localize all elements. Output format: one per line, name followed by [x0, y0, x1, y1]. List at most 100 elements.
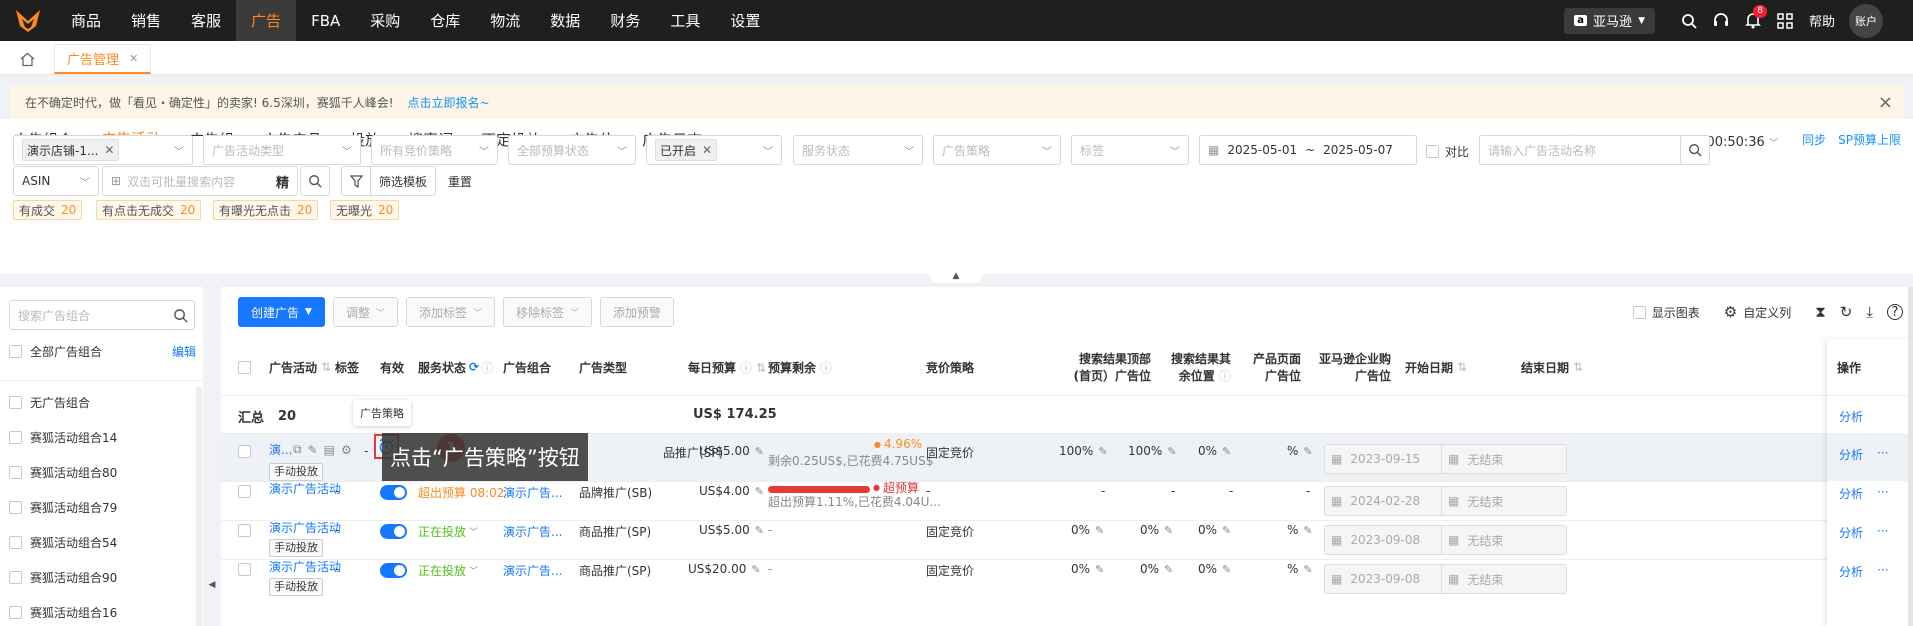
col-service-status[interactable]: 服务状态 ⟳ ⓘ — [418, 339, 493, 395]
headset-icon[interactable] — [1705, 0, 1737, 41]
col-daily-budget[interactable]: 每日预算 ⓘ ⇅ — [688, 339, 766, 395]
nav-item-data[interactable]: 数据 — [535, 0, 595, 41]
edit-icon[interactable]: ✎ — [1164, 524, 1173, 537]
campaign-name-link[interactable]: 演... — [269, 441, 292, 458]
edit-icon[interactable]: ✎ — [1303, 524, 1312, 537]
row-checkbox[interactable] — [238, 524, 251, 537]
row-analyze[interactable]: 分析 ··· — [1839, 485, 1888, 502]
portfolio-link[interactable]: 演示广告... — [503, 523, 562, 540]
more-icon[interactable]: ··· — [1877, 446, 1888, 463]
portfolio-search-input[interactable]: 搜索广告组合 — [9, 300, 195, 330]
row-rest-pct[interactable]: 0% ✎ — [1140, 523, 1173, 537]
quick-tag-has-order[interactable]: 有成交 20 — [13, 200, 83, 220]
exact-mode-toggle[interactable]: 精 — [276, 172, 289, 191]
home-icon[interactable] — [8, 44, 46, 74]
sync-icon[interactable]: ⟳ — [469, 360, 479, 374]
search-icon[interactable] — [1673, 0, 1705, 41]
checkbox[interactable] — [9, 431, 22, 444]
quick-tag-click-no-order[interactable]: 有点击无成交 20 — [96, 200, 202, 220]
edit-icon[interactable]: ✎ — [1303, 445, 1312, 458]
more-icon[interactable]: ··· — [1877, 563, 1888, 580]
filter-template-button[interactable]: 筛选模板 — [370, 166, 436, 196]
row-checkbox[interactable] — [238, 485, 251, 498]
campaign-name-link[interactable]: 演示广告活动 — [269, 558, 341, 575]
show-chart-checkbox[interactable]: 显示图表 — [1632, 304, 1700, 321]
checkbox[interactable] — [9, 466, 22, 479]
ad-strategy-select[interactable]: 广告策略 ﹀ — [933, 135, 1061, 165]
enable-toggle[interactable] — [380, 485, 407, 500]
budget-status-select[interactable]: 全部预算状态 ﹀ — [508, 135, 636, 165]
notice-signup-link[interactable]: 点击立即报名~ — [408, 94, 490, 111]
page-scrollbar[interactable] — [1908, 287, 1913, 626]
checkbox[interactable] — [9, 606, 22, 619]
nav-item-fba[interactable]: FBA — [296, 0, 355, 41]
nav-item-tools[interactable]: 工具 — [655, 0, 715, 41]
row-page-pct[interactable]: 0% ✎ — [1198, 562, 1231, 576]
row-top-pct[interactable]: 0% ✎ — [1071, 562, 1104, 576]
checkbox[interactable] — [9, 501, 22, 514]
row-service-status[interactable]: 正在投放 ﹀ — [418, 562, 478, 579]
quick-tag-no-impression[interactable]: 无曝光 20 — [330, 200, 400, 220]
row-page-pct[interactable]: 0% ✎ — [1198, 523, 1231, 537]
service-status-select[interactable]: 服务状态 ﹀ — [793, 135, 923, 165]
portfolio-item[interactable]: 赛狐活动组合14 — [9, 429, 117, 446]
store-select[interactable]: 演示店铺-1... ✕ ﹀ — [13, 135, 193, 165]
edit-icon[interactable]: ✎ — [755, 524, 764, 537]
row-checkbox[interactable] — [238, 563, 251, 576]
nav-item-sales[interactable]: 销售 — [116, 0, 176, 41]
reset-button[interactable]: 重置 — [448, 173, 472, 190]
close-icon[interactable]: × — [1878, 92, 1893, 113]
nav-item-warehouse[interactable]: 仓库 — [415, 0, 475, 41]
remove-tag-icon[interactable]: ✕ — [702, 143, 712, 157]
checkbox[interactable] — [9, 345, 22, 358]
edit-icon[interactable]: ✎ — [751, 563, 760, 576]
help-link[interactable]: 帮助 — [1809, 11, 1835, 30]
nav-item-products[interactable]: 商品 — [56, 0, 116, 41]
row-service-status[interactable]: 正在投放 ﹀ — [418, 523, 478, 540]
portfolio-item[interactable]: 赛狐活动组合90 — [9, 569, 117, 586]
checkbox[interactable] — [1426, 145, 1439, 158]
checkbox[interactable] — [9, 396, 22, 409]
row-rest-pct[interactable]: 0% ✎ — [1140, 562, 1173, 576]
campaign-name-link[interactable]: 演示广告活动 — [269, 519, 341, 536]
checkbox[interactable] — [9, 536, 22, 549]
add-alert-button[interactable]: 添加预警 — [600, 297, 675, 327]
sidebar-collapse-icon[interactable]: ◀ — [207, 570, 217, 600]
edit-link[interactable]: 编辑 — [172, 343, 196, 360]
apps-grid-icon[interactable] — [1769, 0, 1801, 41]
edit-icon[interactable]: ✎ — [1167, 445, 1176, 458]
quick-tag-impression-no-click[interactable]: 有曝光无点击 20 — [213, 200, 319, 220]
start-date-field[interactable]: ▦ 2023-09-08 — [1324, 525, 1450, 555]
batch-search-input[interactable]: ⊞ 双击可批量搜索内容 精 — [102, 166, 298, 196]
end-date-field[interactable]: ▦ 无结束 — [1441, 486, 1567, 516]
add-tag-button[interactable]: 添加标签 ﹀ — [405, 297, 495, 327]
gear-icon[interactable]: ⚙ — [341, 443, 352, 457]
copy-icon[interactable]: ⧉ — [293, 442, 302, 457]
end-date-field[interactable]: ▦ 无结束 — [1441, 444, 1567, 474]
row-budget[interactable]: US$5.00 ✎ — [699, 444, 764, 458]
end-date-field[interactable]: ▦ 无结束 — [1441, 525, 1567, 555]
sync-link[interactable]: 同步 — [1802, 131, 1826, 148]
close-tab-icon[interactable]: ✕ — [129, 52, 138, 65]
row-biz-pct[interactable]: % ✎ — [1287, 562, 1313, 576]
edit-icon[interactable]: ✎ — [1164, 563, 1173, 576]
refresh-icon[interactable]: ↻ — [1840, 303, 1853, 321]
remove-tag-icon[interactable]: ✕ — [104, 143, 114, 157]
portfolio-item[interactable]: 赛狐活动组合54 — [9, 534, 117, 551]
compare-checkbox[interactable]: 对比 — [1426, 143, 1469, 160]
download-icon[interactable]: ⤓ — [1866, 303, 1873, 321]
account-avatar[interactable]: 账户 — [1849, 3, 1883, 38]
portfolio-item[interactable]: 赛狐活动组合16 — [9, 604, 117, 621]
edit-icon[interactable]: ✎ — [1222, 524, 1231, 537]
bell-icon[interactable]: 8 — [1737, 0, 1769, 41]
edit-icon[interactable]: ✎ — [1222, 445, 1231, 458]
campaign-name-input[interactable]: 请输入广告活动名称 模 — [1479, 135, 1707, 165]
row-page-pct[interactable]: 0% ✎ — [1198, 444, 1231, 458]
row-budget[interactable]: US$5.00 ✎ — [699, 523, 764, 537]
portfolio-item[interactable]: 赛狐活动组合79 — [9, 499, 117, 516]
col-end-date[interactable]: 结束日期 ⇅ — [1521, 339, 1583, 395]
select-all-checkbox[interactable] — [238, 339, 251, 395]
enable-toggle[interactable] — [380, 563, 407, 578]
status-select[interactable]: 已开启 ✕ ﹀ — [646, 135, 782, 165]
tab-ad-management[interactable]: 广告管理 ✕ — [54, 44, 152, 74]
